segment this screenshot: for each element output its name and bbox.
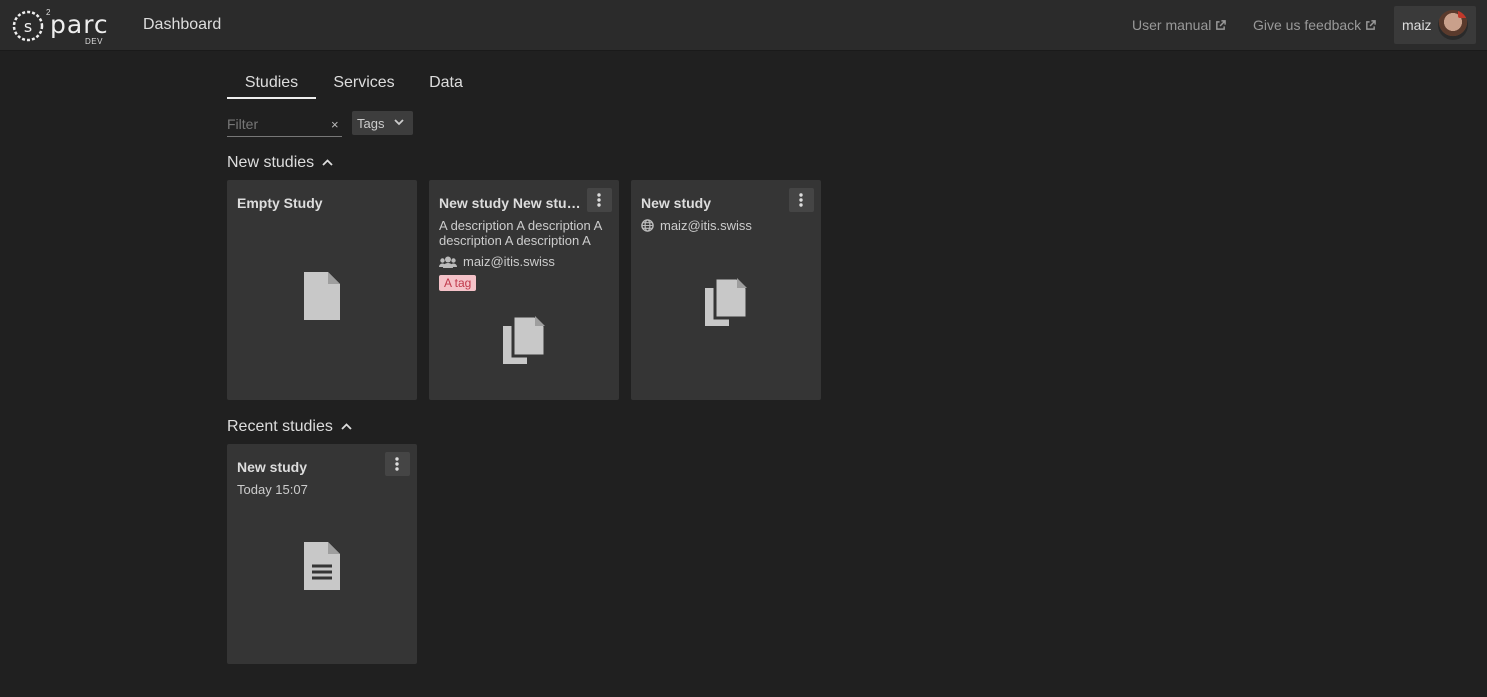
globe-icon	[641, 219, 654, 232]
card-menu-button[interactable]	[385, 452, 410, 476]
tag-badge: A tag	[439, 275, 477, 291]
page-title: Dashboard	[143, 16, 222, 33]
user-menu-button[interactable]: maiz	[1394, 6, 1476, 44]
logo-circle-icon: s	[12, 10, 44, 42]
external-link-icon	[1216, 20, 1227, 30]
tab-studies[interactable]: Studies	[227, 74, 316, 92]
template-card[interactable]: New study maiz@itis.swiss	[631, 180, 821, 400]
recent-studies-title: Recent studies	[227, 418, 333, 435]
recent-studies-header[interactable]: Recent studies	[227, 418, 352, 436]
tab-services[interactable]: Services	[327, 74, 401, 92]
osparc-logo[interactable]: s 2 parc DEV	[10, 6, 108, 48]
card-title: Empty Study	[237, 195, 323, 211]
top-bar: s 2 parc DEV Dashboard User manual Give …	[0, 0, 1487, 51]
tab-data[interactable]: Data	[420, 74, 472, 92]
card-title: New study	[641, 195, 712, 211]
card-menu-button[interactable]	[587, 188, 612, 212]
chevron-up-icon	[341, 423, 352, 430]
filter-input[interactable]	[227, 114, 322, 134]
clear-filter-button[interactable]: ×	[331, 117, 339, 132]
user-manual-label: User manual	[1132, 17, 1212, 33]
copy-icon	[705, 276, 749, 326]
logo-env-label: DEV	[85, 37, 103, 46]
feedback-label: Give us feedback	[1253, 17, 1362, 33]
chevron-down-icon	[394, 119, 404, 126]
feedback-link[interactable]: Give us feedback	[1253, 17, 1376, 33]
external-link-icon	[1366, 20, 1376, 30]
card-owner: maiz@itis.swiss	[641, 218, 752, 233]
svg-text:s: s	[24, 17, 32, 36]
more-vertical-icon	[597, 193, 601, 207]
active-tab-indicator	[227, 97, 316, 99]
last-modified-date: Today 15:07	[237, 482, 308, 497]
user-manual-link[interactable]: User manual	[1132, 17, 1227, 33]
card-owner: maiz@itis.swiss	[439, 254, 555, 269]
users-icon	[439, 256, 457, 268]
owner-email: maiz@itis.swiss	[463, 254, 555, 269]
tags-dropdown-button[interactable]: Tags	[352, 111, 413, 135]
new-studies-header[interactable]: New studies	[227, 154, 333, 172]
card-title: New study New study New study	[439, 195, 589, 211]
copy-icon	[503, 314, 547, 364]
new-studies-title: New studies	[227, 154, 315, 171]
study-card[interactable]: New study Today 15:07	[227, 444, 417, 664]
tags-label: Tags	[357, 116, 385, 131]
logo-text: parc	[50, 10, 109, 39]
owner-email: maiz@itis.swiss	[660, 218, 752, 233]
file-icon	[304, 272, 340, 320]
template-card[interactable]: New study New study New study A descript…	[429, 180, 619, 400]
card-title: New study	[237, 459, 308, 475]
file-text-icon	[304, 542, 340, 590]
more-vertical-icon	[799, 193, 803, 207]
user-name: maiz	[1402, 17, 1432, 33]
card-description: A description A description A descriptio…	[439, 218, 602, 248]
more-vertical-icon	[395, 457, 399, 471]
empty-study-card[interactable]: Empty Study	[227, 180, 417, 400]
avatar	[1438, 10, 1468, 40]
card-menu-button[interactable]	[789, 188, 814, 212]
filter-box: ×	[227, 112, 342, 137]
chevron-up-icon	[322, 159, 333, 166]
